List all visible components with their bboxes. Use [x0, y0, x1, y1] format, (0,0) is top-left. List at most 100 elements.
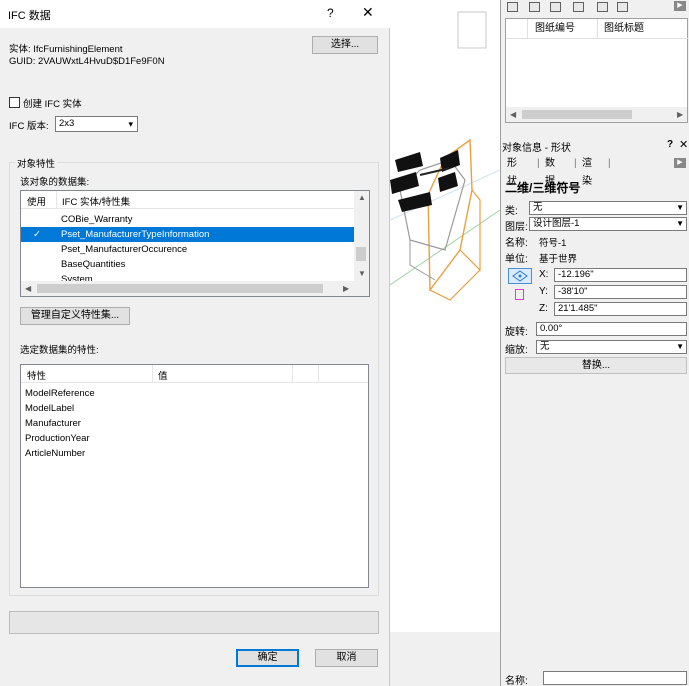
- chevron-down-icon: ▼: [676, 342, 684, 351]
- dataset-use-check[interactable]: ✓: [33, 227, 41, 242]
- ifc-version-value: 2x3: [59, 118, 75, 129]
- create-entity-label: 创建 IFC 实体: [23, 99, 82, 110]
- col-sheet-number[interactable]: 图纸编号: [528, 19, 598, 39]
- create-entity-checkbox[interactable]: [9, 97, 20, 108]
- sheet-list[interactable]: 图纸编号 图纸标题 ◀ ▶: [505, 18, 688, 123]
- chair-strap-1: [395, 152, 423, 172]
- document-icon[interactable]: [597, 2, 608, 12]
- chair-3d-model: [390, 11, 500, 301]
- manage-property-sets-button[interactable]: 管理自定义特性集...: [20, 307, 130, 325]
- progress-bar: [9, 611, 379, 634]
- anchor-point-icon[interactable]: [508, 268, 532, 284]
- scroll-left-icon[interactable]: ◀: [510, 110, 516, 119]
- layer-select[interactable]: 设计图层-1 ▼: [529, 217, 687, 231]
- rotation-field[interactable]: 0.00°: [536, 322, 687, 336]
- symbol-section-title: 二维/三维符号: [505, 181, 581, 195]
- dataset-vscroll-thumb[interactable]: [356, 247, 366, 261]
- chair-strap-5: [438, 172, 458, 192]
- class-value: 无: [533, 202, 543, 213]
- x-label: X:: [539, 269, 549, 280]
- sheet-tool-icon[interactable]: [507, 2, 518, 12]
- design-viewport[interactable]: [390, 0, 500, 632]
- col-property[interactable]: 特性: [27, 368, 46, 382]
- object-info-title: 对象信息 - 形状: [502, 143, 571, 154]
- unit-value: 基于世界: [539, 254, 578, 265]
- ifc-version-select[interactable]: 2x3 ▾: [55, 116, 138, 132]
- dataset-list[interactable]: 使用 IFC 实体/特性集 COBie_Warranty ✓ Pset_Manufa…: [20, 190, 370, 297]
- dataset-vscroll[interactable]: ▲ ▼: [354, 191, 369, 281]
- align-icon[interactable]: [515, 289, 524, 300]
- replace-button[interactable]: 替换...: [505, 357, 687, 374]
- bottom-name-field[interactable]: [543, 671, 687, 685]
- dataset-row[interactable]: ✓ Pset_ManufacturerTypeInformation: [21, 227, 354, 242]
- object-info-menu-icon[interactable]: ▶: [674, 158, 686, 168]
- scale-select[interactable]: 无 ▼: [536, 340, 687, 354]
- palette-menu-icon[interactable]: ▶: [674, 1, 686, 11]
- dialog-title: IFC 数据: [8, 10, 51, 22]
- layers-icon[interactable]: [529, 2, 540, 12]
- properties-list[interactable]: 特性 值 ModelReference ModelLabel Manufacture…: [20, 364, 369, 588]
- col-value[interactable]: 值: [158, 368, 168, 382]
- dataset-row[interactable]: BaseQuantities: [21, 257, 354, 272]
- col-sheet-title[interactable]: 图纸标题: [598, 19, 688, 39]
- cancel-button[interactable]: 取消: [315, 649, 378, 667]
- scale-value: 无: [540, 341, 550, 352]
- scroll-up-icon[interactable]: ▲: [358, 193, 366, 202]
- unit-label: 单位:: [505, 254, 528, 265]
- dataset-name: BaseQuantities: [61, 259, 126, 270]
- dataset-row[interactable]: COBie_Warranty: [21, 212, 354, 227]
- dialog-titlebar: IFC 数据 ? ✕: [0, 0, 390, 28]
- property-row[interactable]: ProductionYear: [25, 433, 90, 444]
- rotation-label: 旋转:: [505, 327, 528, 338]
- scroll-down-icon[interactable]: ▼: [358, 269, 366, 278]
- properties-list-header: 特性 值: [21, 365, 368, 383]
- z-field[interactable]: 21'1.485": [554, 302, 687, 316]
- z-label: Z:: [539, 303, 548, 314]
- help-icon[interactable]: ?: [327, 6, 334, 20]
- object-info-help-icon[interactable]: ?: [667, 139, 673, 150]
- selected-props-label: 选定数据集的特性:: [20, 345, 99, 356]
- close-icon[interactable]: ✕: [362, 4, 374, 21]
- ok-button[interactable]: 确定: [236, 649, 299, 667]
- scroll-right-icon[interactable]: ▶: [343, 284, 349, 293]
- chevron-down-icon: ▼: [676, 203, 684, 212]
- export-icon[interactable]: [617, 2, 628, 12]
- scroll-right-icon[interactable]: ▶: [677, 110, 683, 119]
- y-field[interactable]: -38'10": [554, 285, 687, 299]
- object-info-close-icon[interactable]: ✕: [679, 138, 688, 151]
- col-use[interactable]: 使用: [27, 194, 46, 208]
- select-button[interactable]: 选择...: [312, 36, 378, 54]
- y-label: Y:: [539, 286, 548, 297]
- chevron-down-icon: ▼: [676, 219, 684, 228]
- x-field[interactable]: -12.196": [554, 268, 687, 282]
- sheet-icon[interactable]: [550, 2, 561, 12]
- viewport-marker: [457, 11, 487, 49]
- col-entity[interactable]: IFC 实体/特性集: [62, 194, 130, 208]
- dataset-hscroll[interactable]: ◀ ▶: [21, 281, 369, 296]
- dataset-row[interactable]: Pset_ManufacturerOccurence: [21, 242, 354, 257]
- bottom-name-label: 名称:: [505, 676, 528, 686]
- dataset-list-header: 使用 IFC 实体/特性集: [21, 191, 355, 209]
- dataset-name: Pset_ManufacturerOccurence: [61, 244, 188, 255]
- scroll-left-icon[interactable]: ◀: [25, 284, 31, 293]
- name-value: 符号-1: [539, 238, 567, 249]
- entity-label: 实体: IfcFurnishingElement: [9, 44, 123, 55]
- sheet-list-hscroll-thumb[interactable]: [522, 110, 632, 119]
- property-row[interactable]: ArticleNumber: [25, 448, 85, 459]
- guid-label: GUID: 2VAUWxtL4HvuD$D1Fe9F0N: [9, 56, 165, 67]
- sheet-list-hscroll[interactable]: ◀ ▶: [506, 107, 687, 122]
- class-select[interactable]: 无 ▼: [529, 201, 687, 215]
- chair-strap-2: [390, 172, 419, 194]
- class-label: 类:: [505, 206, 518, 217]
- dataset-name: COBie_Warranty: [61, 214, 133, 225]
- property-row[interactable]: ModelReference: [25, 388, 95, 399]
- tab-render[interactable]: 渲染: [582, 155, 592, 191]
- dataset-hscroll-thumb[interactable]: [37, 284, 323, 293]
- ifc-data-dialog: IFC 数据 ? ✕ 实体: IfcFurnishingElement GUID…: [0, 0, 390, 686]
- print-icon[interactable]: [573, 2, 584, 12]
- property-row[interactable]: Manufacturer: [25, 418, 81, 429]
- property-row[interactable]: ModelLabel: [25, 403, 74, 414]
- layer-value: 设计图层-1: [533, 218, 580, 229]
- sheet-list-corner: [506, 19, 528, 39]
- chevron-down-icon: ▾: [128, 119, 133, 129]
